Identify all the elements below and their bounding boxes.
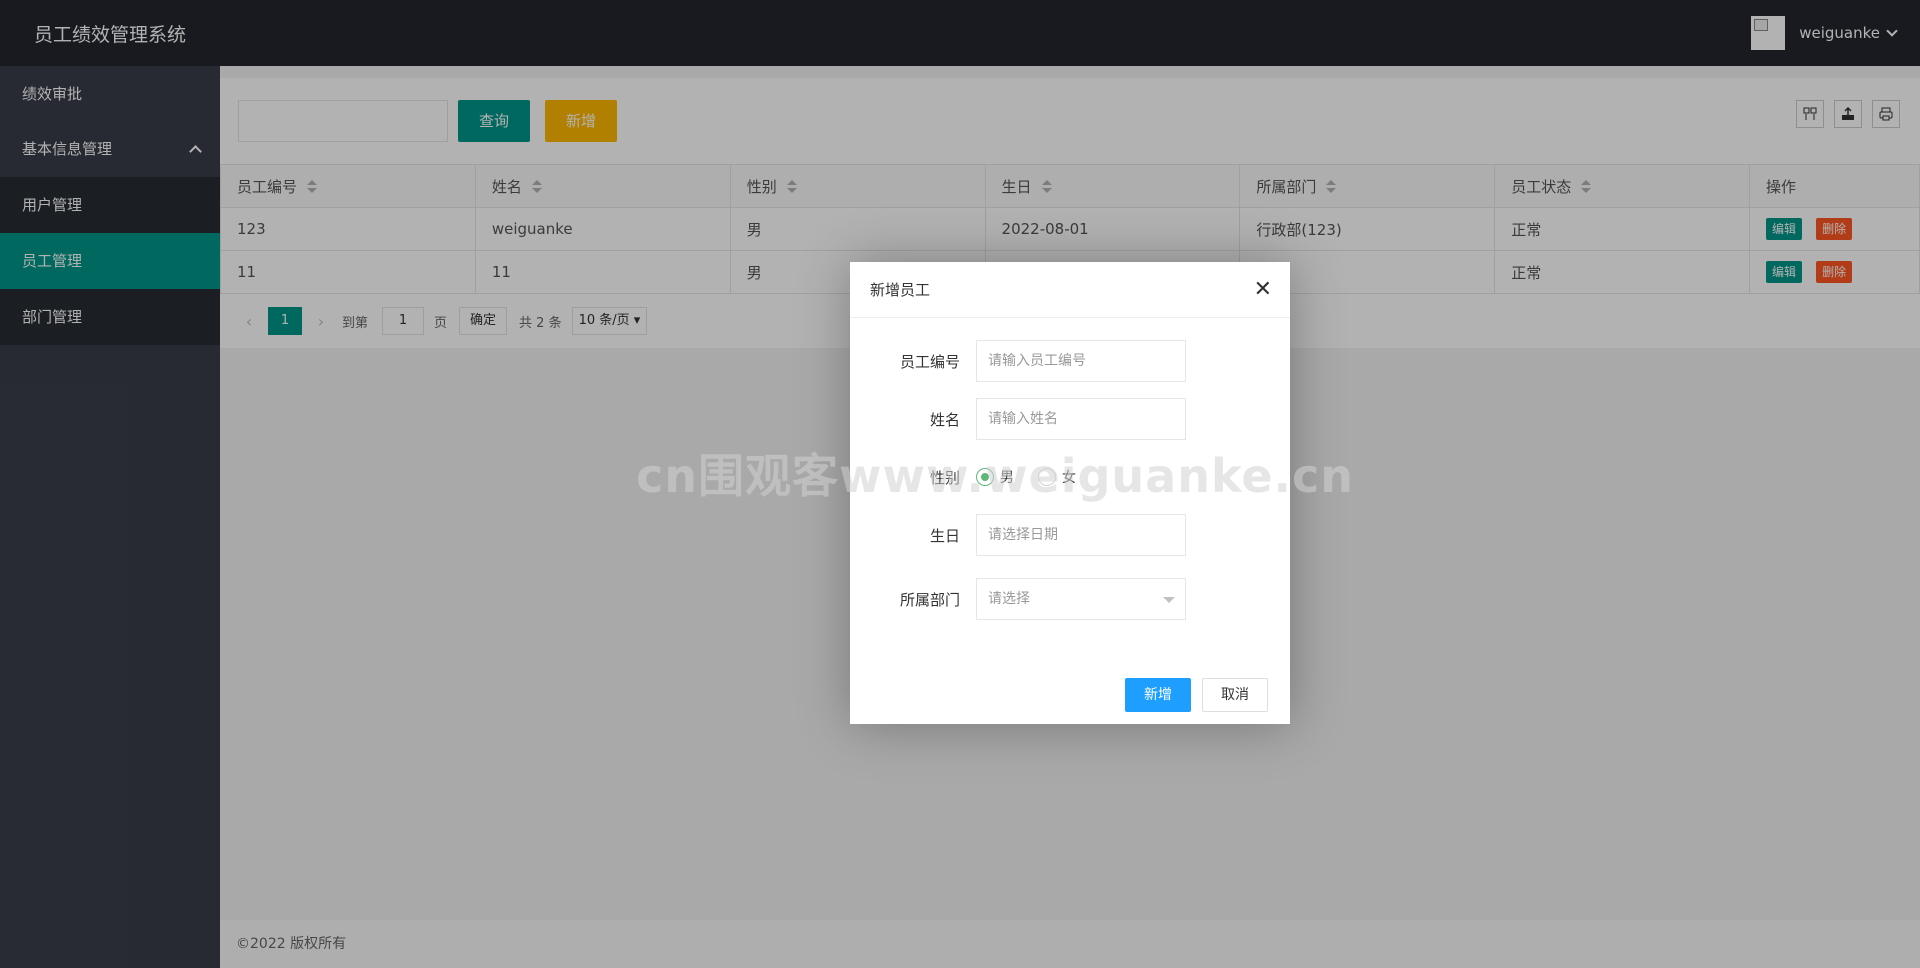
close-icon[interactable]: ✕ xyxy=(1254,262,1272,318)
form-row-dept: 所属部门 请选择 xyxy=(850,578,1290,620)
dialog-title: 新增员工 ✕ xyxy=(850,262,1290,318)
watermark: cn围观客www.weiguanke.cn xyxy=(636,449,1355,503)
field-label: 员工编号 xyxy=(899,352,960,371)
dropdown-arrow-icon xyxy=(1163,597,1175,603)
name-field[interactable]: 请输入姓名 xyxy=(976,398,1186,440)
field-label: 生日 xyxy=(929,526,960,545)
cancel-button[interactable]: 取消 xyxy=(1202,678,1268,712)
department-select[interactable]: 请选择 xyxy=(976,578,1186,620)
submit-button[interactable]: 新增 xyxy=(1125,678,1191,712)
birthday-date-picker[interactable]: 请选择日期 xyxy=(976,514,1186,556)
employee-id-field[interactable]: 请输入员工编号 xyxy=(976,340,1186,382)
field-label: 姓名 xyxy=(929,410,960,429)
form-row-id: 员工编号 请输入员工编号 xyxy=(850,340,1290,382)
field-label: 所属部门 xyxy=(899,590,960,609)
form-row-name: 姓名 请输入姓名 xyxy=(850,398,1290,440)
form-row-birthday: 生日 请选择日期 xyxy=(850,514,1290,556)
